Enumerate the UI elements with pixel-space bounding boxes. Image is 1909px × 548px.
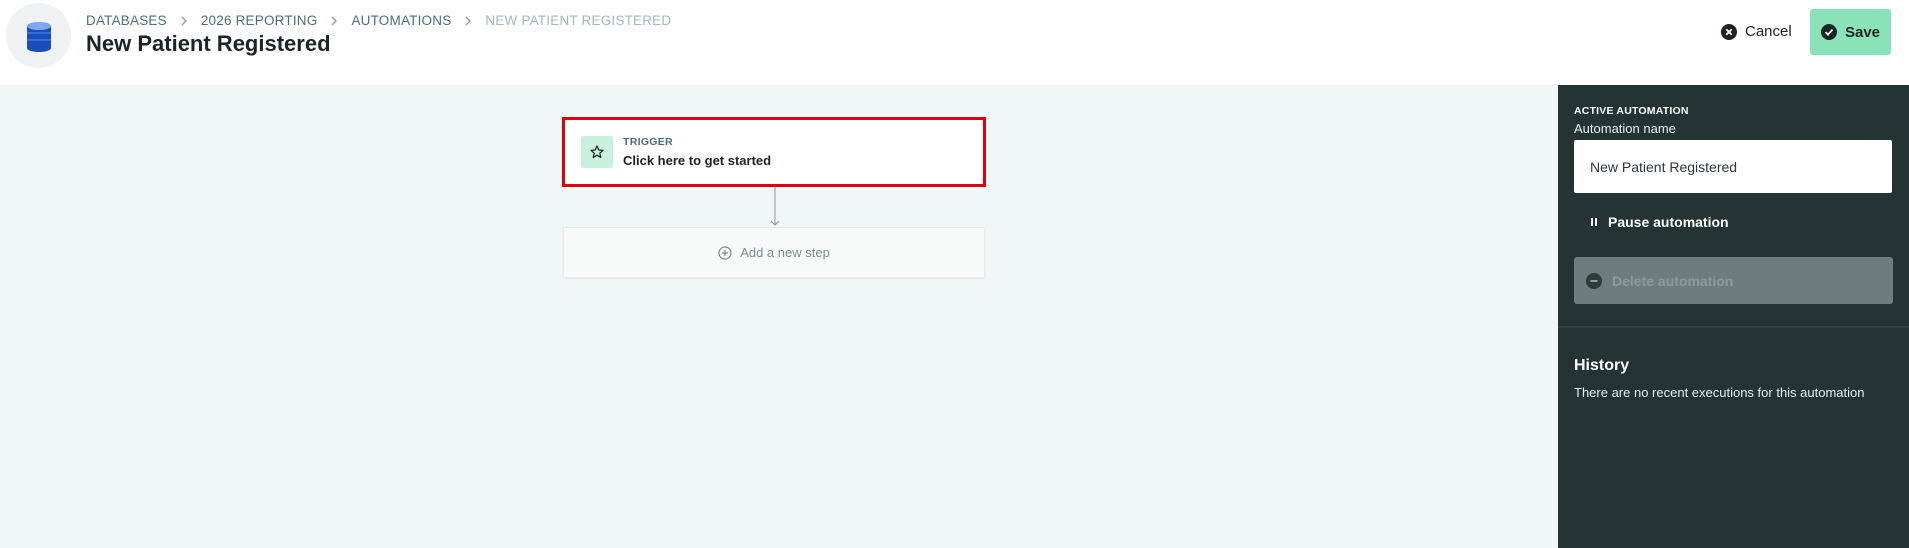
breadcrumb-2026-reporting[interactable]: 2026 REPORTING bbox=[201, 13, 318, 28]
pause-automation-button[interactable]: Pause automation bbox=[1574, 206, 1892, 238]
panel-settings-section: ACTIVE AUTOMATION Automation name Pause … bbox=[1558, 85, 1909, 328]
add-step-label: Add a new step bbox=[740, 245, 830, 260]
automation-panel: ACTIVE AUTOMATION Automation name Pause … bbox=[1558, 85, 1909, 548]
automation-name-input[interactable] bbox=[1574, 140, 1892, 193]
breadcrumb: DATABASES 2026 REPORTING AUTOMATIONS NEW… bbox=[86, 13, 671, 28]
history-empty-message: There are no recent executions for this … bbox=[1574, 385, 1865, 400]
breadcrumb-automations[interactable]: AUTOMATIONS bbox=[351, 13, 451, 28]
header: DATABASES 2026 REPORTING AUTOMATIONS NEW… bbox=[0, 0, 1909, 85]
pause-label: Pause automation bbox=[1608, 214, 1729, 230]
trigger-card[interactable]: TRIGGER Click here to get started bbox=[562, 117, 986, 187]
minus-circle-icon bbox=[1586, 272, 1602, 289]
page-title: New Patient Registered bbox=[86, 31, 331, 56]
chevron-right-icon bbox=[328, 15, 340, 27]
connector-arrow bbox=[770, 187, 780, 226]
database-icon bbox=[26, 21, 51, 52]
delete-automation-button[interactable]: Delete automation bbox=[1574, 257, 1893, 304]
star-icon bbox=[590, 145, 604, 159]
chevron-right-icon bbox=[178, 15, 190, 27]
breadcrumb-current: NEW PATIENT REGISTERED bbox=[485, 13, 672, 28]
trigger-text: TRIGGER Click here to get started bbox=[623, 136, 771, 168]
breadcrumb-databases[interactable]: DATABASES bbox=[86, 13, 167, 28]
trigger-get-started: Click here to get started bbox=[623, 153, 772, 168]
plus-circle-icon bbox=[718, 245, 732, 260]
trigger-label: TRIGGER bbox=[623, 136, 673, 148]
delete-label: Delete automation bbox=[1612, 272, 1734, 289]
automation-name-label: Automation name bbox=[1574, 121, 1676, 136]
add-step-button[interactable]: Add a new step bbox=[563, 227, 985, 278]
trigger-icon-box bbox=[581, 136, 613, 168]
save-button[interactable]: Save bbox=[1810, 9, 1891, 55]
check-circle-icon bbox=[1820, 24, 1837, 40]
database-avatar bbox=[6, 3, 71, 68]
close-circle-icon bbox=[1721, 23, 1737, 40]
active-automation-label: ACTIVE AUTOMATION bbox=[1574, 105, 1689, 117]
chevron-right-icon bbox=[462, 15, 474, 27]
cancel-button[interactable]: Cancel bbox=[1713, 10, 1800, 53]
history-title: History bbox=[1574, 357, 1630, 374]
cancel-label: Cancel bbox=[1745, 23, 1792, 40]
save-label: Save bbox=[1844, 23, 1881, 41]
pause-icon bbox=[1591, 218, 1597, 226]
